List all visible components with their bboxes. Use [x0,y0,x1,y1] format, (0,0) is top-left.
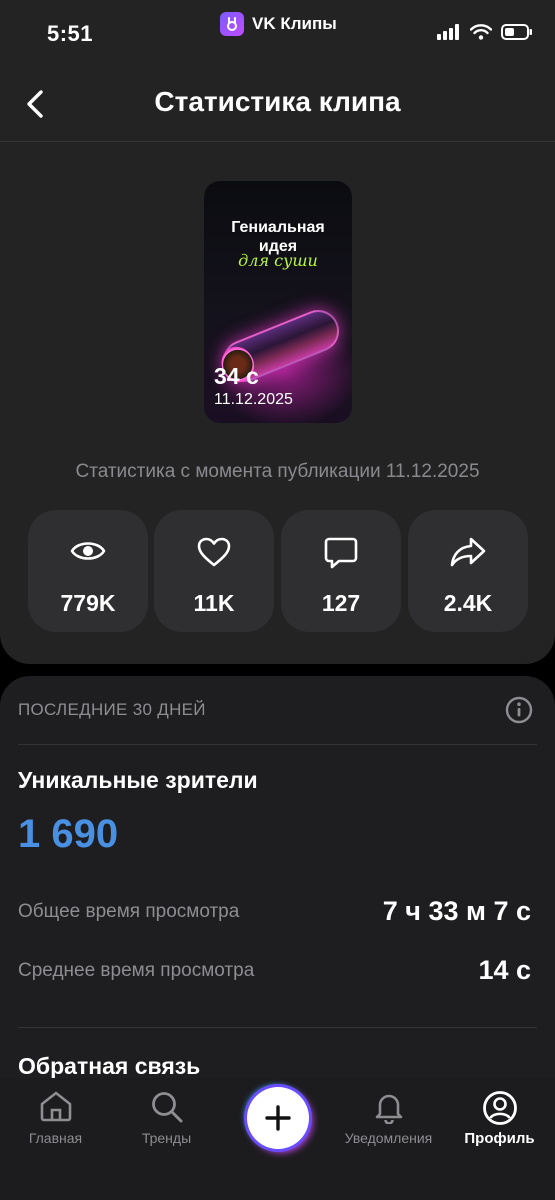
tab-trends[interactable]: Тренды [111,1078,222,1168]
likes-stat-tile[interactable]: 11K [154,510,274,632]
likes-count: 11K [193,590,235,616]
clip-thumbnail[interactable]: Гениальная идея для суши 34 с 11.12.2025 [204,181,352,423]
app-name: VK Клипы [252,14,337,33]
total-watch-time-label: Общее время просмотра [18,901,240,922]
period-header: ПОСЛЕДНИЕ 30 ДНЕЙ [18,700,206,719]
thumbnail-script-text: для суши [238,251,318,270]
thumbnail-headline-line1: Гениальная [231,219,325,236]
clip-date: 11.12.2025 [214,391,293,408]
total-watch-time-value: 7 ч 33 м 7 с [382,896,531,926]
vk-clips-app-icon [220,12,244,36]
comments-stat-tile[interactable]: 127 [281,510,401,632]
wifi-icon [469,24,493,45]
average-watch-time-value: 14 с [478,955,531,985]
average-watch-time-label: Среднее время просмотра [18,960,255,981]
status-time: 5:51 [47,21,94,46]
views-count: 779K [60,590,116,616]
unique-viewers-label: Уникальные зрители [18,767,258,793]
tab-profile-label: Профиль [464,1130,535,1147]
comments-count: 127 [321,590,361,616]
info-icon[interactable] [505,696,533,724]
battery-icon [501,24,533,45]
tab-notifications[interactable]: Уведомления [333,1078,444,1168]
shares-count: 2.4K [443,590,493,616]
page-title: Статистика клипа [154,86,401,117]
feedback-title: Обратная связь [18,1053,201,1079]
eye-icon [28,536,148,570]
divider [18,1027,537,1028]
tab-trends-label: Тренды [141,1130,192,1146]
profile-icon [444,1090,555,1125]
shares-stat-tile[interactable]: 2.4K [408,510,528,632]
plus-icon [265,1105,291,1131]
divider [18,744,537,745]
status-bar: 5:51 VK Клипы [0,0,555,68]
comment-icon [281,536,401,570]
views-stat-tile[interactable]: 779K [28,510,148,632]
tab-home[interactable]: Главная [0,1078,111,1168]
heart-icon [154,536,274,570]
unique-viewers-value: 1 690 [18,812,119,856]
create-clip-button[interactable] [247,1087,309,1149]
clip-duration: 34 с [214,363,259,389]
home-icon [0,1090,111,1124]
tab-profile[interactable]: Профиль [444,1078,555,1168]
app-badge: VK Клипы [220,11,337,37]
search-icon [111,1090,222,1124]
status-indicators [437,24,533,45]
signal-icon [437,24,461,45]
navigation-bar: Статистика клипа [0,68,555,142]
bell-icon [333,1090,444,1124]
stats-caption: Статистика с момента публикации 11.12.20… [75,461,480,482]
share-icon [408,536,528,570]
